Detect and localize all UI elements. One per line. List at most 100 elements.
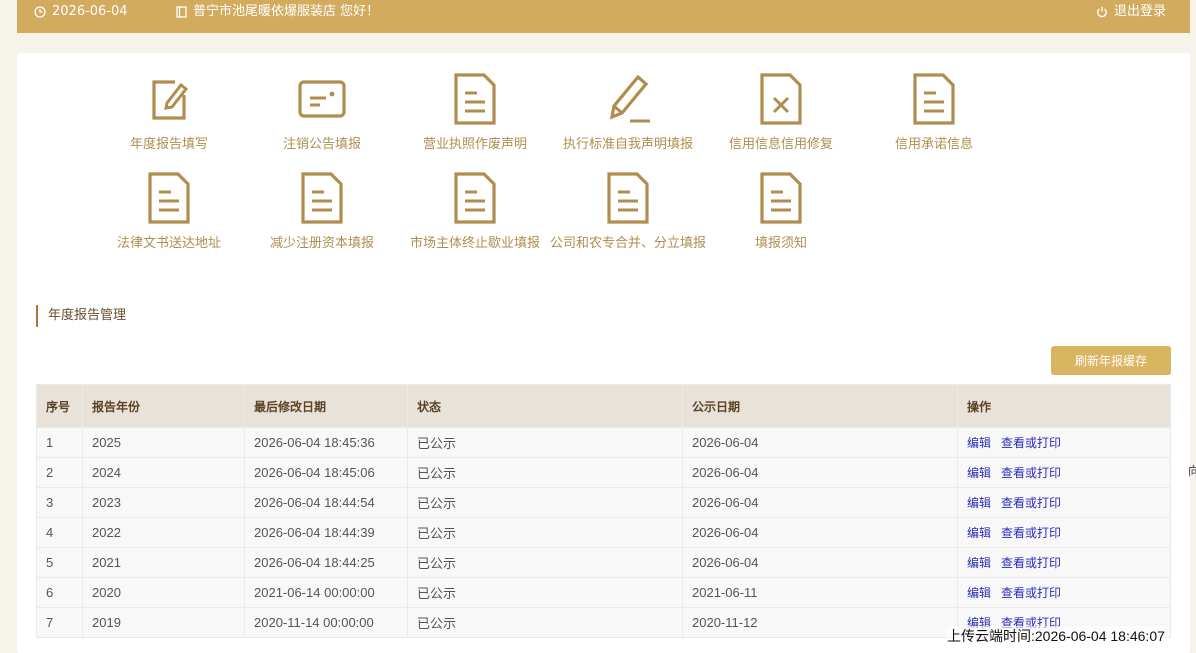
tile-credit-commitment[interactable]: 信用承诺信息: [854, 73, 1014, 152]
tile-cancellation-notice[interactable]: 注销公告填报: [242, 73, 402, 152]
cell-modified: 2021-06-14 00:00:00: [244, 577, 408, 608]
cell-no: 7: [36, 607, 83, 638]
tile-license-void[interactable]: 营业执照作废声明: [395, 73, 555, 152]
tile-label: 公司和农专合并、分立填报: [549, 236, 706, 251]
view-print-link[interactable]: 查看或打印: [1001, 526, 1061, 540]
tile-label: 年度报告填写: [129, 137, 208, 152]
tile-label: 法律文书送达地址: [116, 236, 221, 251]
clock-icon: [34, 6, 46, 18]
cell-modified: 2020-11-14 00:00:00: [244, 607, 408, 638]
cell-status: 已公示: [407, 607, 683, 638]
header-store-greeting: 普宁市池尾暖依爆服装店 您好！: [193, 4, 380, 19]
document-icon: [607, 172, 649, 224]
refresh-cache-button[interactable]: 刷新年报缓存: [1051, 346, 1171, 375]
pencil-icon: [609, 74, 650, 123]
upload-time-watermark: 上传云端时间:2026-06-04 18:46:07: [947, 626, 1165, 646]
cell-modified: 2026-06-04 18:44:39: [244, 517, 408, 548]
cell-modified: 2026-06-04 18:45:06: [244, 457, 408, 488]
edit-icon: [152, 80, 189, 120]
document-icon: [148, 172, 190, 224]
cell-actions: 编辑 查看或打印: [957, 577, 1171, 608]
table-row: 3 2023 2026-06-04 18:44:54 已公示 2026-06-0…: [36, 487, 1171, 518]
view-print-link[interactable]: 查看或打印: [1001, 436, 1061, 450]
table-row: 6 2020 2021-06-14 00:00:00 已公示 2021-06-1…: [36, 577, 1171, 608]
cell-public-date: 2020-11-12: [682, 607, 958, 638]
header-store: 普宁市池尾暖依爆服装店 您好！: [176, 0, 379, 24]
edit-link[interactable]: 编辑: [967, 466, 991, 480]
tile-label: 填报须知: [754, 236, 807, 251]
tile-label: 执行标准自我声明填报: [562, 137, 693, 152]
cell-no: 1: [36, 427, 83, 458]
col-header-modified: 最后修改日期: [244, 384, 408, 428]
cell-status: 已公示: [407, 547, 683, 578]
tile-termination[interactable]: 市场主体终止歇业填报: [395, 172, 555, 251]
cell-public-date: 2026-06-04: [682, 487, 958, 518]
tile-standard-declaration[interactable]: 执行标准自我声明填报: [548, 73, 708, 152]
cell-status: 已公示: [407, 457, 683, 488]
tile-label: 市场主体终止歇业填报: [409, 236, 540, 251]
table-row: 2 2024 2026-06-04 18:45:06 已公示 2026-06-0…: [36, 457, 1171, 488]
book-icon: [176, 6, 187, 18]
cell-year: 2024: [82, 457, 245, 488]
edit-link[interactable]: 编辑: [967, 496, 991, 510]
top-header-bar: 2026-06-04 普宁市池尾暖依爆服装店 您好！ 退出登录: [17, 0, 1190, 33]
cell-year: 2021: [82, 547, 245, 578]
table-row: 5 2021 2026-06-04 18:44:25 已公示 2026-06-0…: [36, 547, 1171, 578]
cell-public-date: 2026-06-04: [682, 547, 958, 578]
document-icon: [454, 172, 496, 224]
cell-status: 已公示: [407, 427, 683, 458]
view-print-link[interactable]: 查看或打印: [1001, 556, 1061, 570]
header-date: 2026-06-04: [34, 0, 128, 24]
document-x-icon: [760, 73, 802, 125]
tile-credit-repair[interactable]: 信用信息信用修复: [701, 73, 861, 152]
table-row: 1 2025 2026-06-04 18:45:36 已公示 2026-06-0…: [36, 427, 1171, 458]
cell-actions: 编辑 查看或打印: [957, 517, 1171, 548]
tile-annual-report[interactable]: 年度报告填写: [89, 73, 249, 152]
tile-label: 减少注册资本填报: [269, 236, 374, 251]
document-icon: [913, 73, 955, 125]
view-print-link[interactable]: 查看或打印: [1001, 496, 1061, 510]
logout-button[interactable]: 退出登录: [1096, 0, 1166, 24]
cell-year: 2020: [82, 577, 245, 608]
edit-link[interactable]: 编辑: [967, 436, 991, 450]
cell-public-date: 2026-06-04: [682, 427, 958, 458]
cell-year: 2019: [82, 607, 245, 638]
cell-no: 2: [36, 457, 83, 488]
header-date-text: 2026-06-04: [52, 4, 128, 19]
edit-link[interactable]: 编辑: [967, 526, 991, 540]
tile-label: 注销公告填报: [282, 137, 361, 152]
col-header-year: 报告年份: [82, 384, 245, 428]
view-print-link[interactable]: 查看或打印: [1001, 586, 1061, 600]
cell-actions: 编辑 查看或打印: [957, 457, 1171, 488]
cell-modified: 2026-06-04 18:45:36: [244, 427, 408, 458]
table-header-row: 序号 报告年份 最后修改日期 状态 公示日期 操作: [36, 384, 1171, 428]
tile-label: 信用承诺信息: [894, 137, 973, 152]
cell-no: 6: [36, 577, 83, 608]
col-header-no: 序号: [36, 384, 83, 428]
cell-status: 已公示: [407, 517, 683, 548]
tile-capital-reduction[interactable]: 减少注册资本填报: [242, 172, 402, 251]
col-header-public-date: 公示日期: [682, 384, 958, 428]
tile-label: 信用信息信用修复: [728, 137, 833, 152]
annual-report-table: 序号 报告年份 最后修改日期 状态 公示日期 操作 1 2025 2026-06…: [36, 384, 1171, 638]
edit-link[interactable]: 编辑: [967, 586, 991, 600]
cell-status: 已公示: [407, 487, 683, 518]
clipped-edge-text: 向: [1188, 464, 1196, 478]
tile-filing-notice[interactable]: 填报须知: [701, 172, 861, 251]
tile-label: 营业执照作废声明: [422, 137, 527, 152]
main-panel: 年度报告填写 注销公告填报 营业执照作废声明 执行标准自我声明填报 信用信息信用…: [17, 53, 1190, 653]
cell-public-date: 2021-06-11: [682, 577, 958, 608]
view-print-link[interactable]: 查看或打印: [1001, 466, 1061, 480]
tile-merger-split[interactable]: 公司和农专合并、分立填报: [548, 172, 708, 251]
power-icon: [1097, 6, 1107, 18]
cell-actions: 编辑 查看或打印: [957, 487, 1171, 518]
cell-no: 5: [36, 547, 83, 578]
edit-link[interactable]: 编辑: [967, 556, 991, 570]
cell-status: 已公示: [407, 577, 683, 608]
cell-actions: 编辑 查看或打印: [957, 547, 1171, 578]
document-icon: [454, 73, 496, 125]
tile-legal-address[interactable]: 法律文书送达地址: [89, 172, 249, 251]
col-header-actions: 操作: [957, 384, 1171, 428]
cell-modified: 2026-06-04 18:44:25: [244, 547, 408, 578]
document-icon: [301, 172, 343, 224]
